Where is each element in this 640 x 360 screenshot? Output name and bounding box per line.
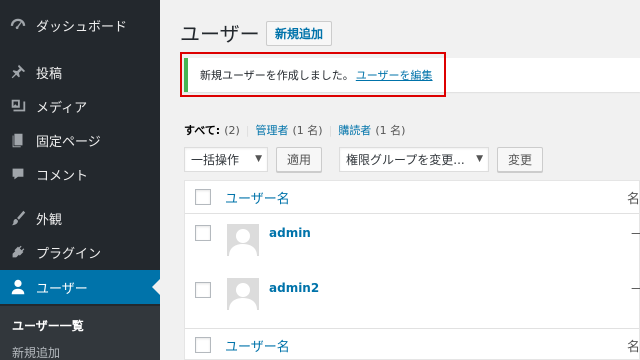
username-link[interactable]: admin <box>269 226 311 240</box>
menu-item-posts[interactable]: 投稿 <box>0 55 160 89</box>
change-role-select[interactable]: 権限グループを変更... ▼ <box>339 147 489 172</box>
table-row: admin — <box>185 214 640 271</box>
menu-item-appearance[interactable]: 外観 <box>0 201 160 235</box>
table-row: admin2 — <box>185 271 640 328</box>
page-icon <box>0 131 36 149</box>
table-footer: ユーザー名 名 <box>185 328 640 360</box>
menu-item-label: 投稿 <box>36 66 63 82</box>
menu-item-pages[interactable]: 固定ページ <box>0 123 160 157</box>
menu-item-comments[interactable]: コメント <box>0 157 160 191</box>
highlight-annotation <box>180 52 446 97</box>
filter-all[interactable]: すべて: <box>184 122 220 138</box>
row-checkbox[interactable] <box>195 225 211 241</box>
users-submenu: ユーザー一覧 新規追加 <box>0 306 160 360</box>
user-icon <box>0 278 36 296</box>
menu-item-label: プラグイン <box>36 246 102 262</box>
chevron-down-icon: ▼ <box>255 154 262 164</box>
admin-sidebar: ダッシュボード 投稿 メディア 固定ページ コメント 外観 プラグイン ユーザー… <box>0 0 160 360</box>
filter-subscriber[interactable]: 購読者 <box>338 122 371 138</box>
media-icon <box>0 97 36 115</box>
select-all-checkbox[interactable] <box>195 189 211 205</box>
dashboard-icon <box>0 16 36 34</box>
name-cell: — <box>631 281 640 296</box>
column-username-footer[interactable]: ユーザー名 <box>225 336 290 355</box>
change-role-value: 権限グループを変更... <box>346 153 465 167</box>
name-cell: — <box>631 226 640 241</box>
main-content: ユーザー 新規追加 新規ユーザーを作成しました。 ユーザーを編集 すべて: (2… <box>160 0 640 360</box>
submenu-item-add-new[interactable]: 新規追加 <box>12 344 60 360</box>
active-menu-arrow <box>152 279 160 295</box>
table-header: ユーザー名 名 <box>185 181 640 214</box>
filter-separator: | <box>245 123 250 137</box>
submenu-item-all-users[interactable]: ユーザー一覧 <box>12 317 84 334</box>
menu-item-media[interactable]: メディア <box>0 89 160 123</box>
column-name-footer[interactable]: 名 <box>627 336 640 355</box>
column-username[interactable]: ユーザー名 <box>225 188 290 207</box>
chevron-down-icon: ▼ <box>476 154 483 164</box>
filter-administrator-count: (1 名) <box>292 124 323 137</box>
filter-all-count: (2) <box>224 123 240 137</box>
apply-button[interactable]: 適用 <box>276 147 322 172</box>
filter-subscriber-count: (1 名) <box>375 124 406 137</box>
menu-item-plugins[interactable]: プラグイン <box>0 235 160 269</box>
menu-item-dashboard[interactable]: ダッシュボード <box>0 8 160 42</box>
menu-item-label: 固定ページ <box>36 134 101 150</box>
pin-icon <box>0 63 36 81</box>
username-link[interactable]: admin2 <box>269 281 319 295</box>
menu-item-label: メディア <box>36 100 88 116</box>
avatar <box>227 224 259 256</box>
plugin-icon <box>0 243 36 261</box>
add-new-button[interactable]: 新規追加 <box>266 21 333 46</box>
row-checkbox[interactable] <box>195 282 211 298</box>
page-title: ユーザー <box>180 22 260 46</box>
user-role-filters: すべて: (2) | 管理者 (1 名) | 購読者 (1 名) <box>184 122 405 138</box>
filter-administrator[interactable]: 管理者 <box>256 122 289 138</box>
change-role-button[interactable]: 変更 <box>497 147 543 172</box>
bulk-action-value: 一括操作 <box>191 153 240 167</box>
comment-icon <box>0 165 36 183</box>
avatar <box>227 278 259 310</box>
brush-icon <box>0 209 36 227</box>
filter-separator: | <box>328 123 333 137</box>
menu-item-users[interactable]: ユーザー <box>0 270 160 304</box>
menu-item-label: ユーザー <box>36 281 88 297</box>
users-table: ユーザー名 名 admin — admin2 — ユーザー名 名 <box>184 180 640 360</box>
menu-item-label: ダッシュボード <box>36 19 128 35</box>
column-name[interactable]: 名 <box>627 188 640 207</box>
select-all-checkbox-footer[interactable] <box>195 337 211 353</box>
menu-item-label: コメント <box>36 168 89 184</box>
menu-item-label: 外観 <box>36 212 63 228</box>
bulk-action-select[interactable]: 一括操作 ▼ <box>184 147 268 172</box>
